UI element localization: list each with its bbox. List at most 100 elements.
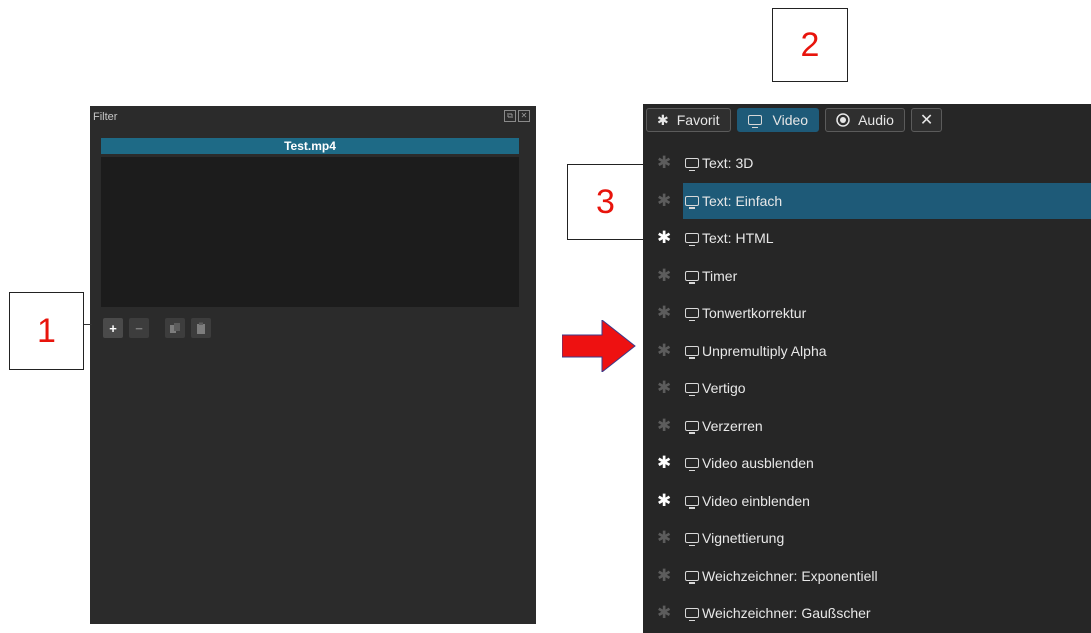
monitor-icon xyxy=(685,608,699,621)
list-item-label: Video einblenden xyxy=(702,492,810,509)
list-item[interactable]: ✱ Vignettierung xyxy=(643,520,1091,558)
list-item-name[interactable]: Text: HTML xyxy=(683,220,1091,256)
monitor-icon xyxy=(685,495,699,509)
annotation-1-label: 1 xyxy=(37,311,56,350)
favorite-star-icon[interactable]: ✱ xyxy=(657,566,671,585)
list-item-name[interactable]: Text: Einfach xyxy=(683,182,1091,219)
monitor-icon xyxy=(685,570,699,584)
list-item-name[interactable]: Unpremultiply Alpha xyxy=(683,333,1091,369)
list-item[interactable]: ✱ Text: HTML xyxy=(643,220,1091,258)
list-item[interactable]: ✱ Text: 3D xyxy=(643,145,1091,183)
tab-favorit-label: Favorit xyxy=(676,112,720,128)
paste-filter-button[interactable] xyxy=(191,318,211,338)
audio-icon xyxy=(836,113,850,127)
filter-panel-title: Filter xyxy=(93,111,118,123)
list-item-name[interactable]: Verzerren xyxy=(683,408,1091,444)
list-item-label: Verzerren xyxy=(702,417,763,434)
list-item-label: Text: Einfach xyxy=(702,192,783,209)
panel-window-buttons: ⧉ ✕ xyxy=(504,110,530,122)
list-item[interactable]: ✱ Tonwertkorrektur xyxy=(643,295,1091,333)
tab-audio[interactable]: Audio xyxy=(825,108,905,132)
favorite-star-icon[interactable]: ✱ xyxy=(657,379,671,397)
list-item-name[interactable]: Vertigo xyxy=(683,370,1091,406)
list-item-label: Unpremultiply Alpha xyxy=(702,342,827,359)
list-item-label: Timer xyxy=(702,267,738,284)
tab-audio-label: Audio xyxy=(858,112,894,128)
close-icon: ✕ xyxy=(919,112,934,129)
monitor-icon xyxy=(685,308,699,321)
list-item-label: Text: 3D xyxy=(702,155,754,171)
close-catalog-button[interactable]: ✕ xyxy=(910,108,943,132)
annotation-3-label: 3 xyxy=(596,182,615,221)
list-item-label: Vignettierung xyxy=(702,530,785,546)
list-item-label: Vertigo xyxy=(702,380,746,396)
list-item[interactable]: ✱ Vertigo xyxy=(643,370,1091,408)
tab-video[interactable]: Video xyxy=(736,108,820,132)
favorite-star-icon[interactable]: ✱ xyxy=(657,229,671,247)
monitor-icon xyxy=(685,345,699,359)
favorite-star-icon[interactable]: ✱ xyxy=(657,529,671,547)
add-filter-button[interactable]: + xyxy=(103,318,123,338)
attached-filter-list[interactable] xyxy=(101,157,519,307)
close-icon[interactable]: ✕ xyxy=(518,110,530,122)
monitor-icon xyxy=(685,270,699,284)
tab-video-label: Video xyxy=(772,112,809,128)
favorite-star-icon[interactable]: ✱ xyxy=(657,341,671,360)
list-item[interactable]: ✱ Text: Einfach xyxy=(643,182,1091,221)
list-item-label: Weichzeichner: Gaußscher xyxy=(702,605,871,621)
copy-icon xyxy=(170,323,180,333)
favorite-star-icon[interactable]: ✱ xyxy=(657,304,671,322)
list-item-name[interactable]: Tonwertkorrektur xyxy=(683,295,1091,331)
favorite-star-icon[interactable]: ✱ xyxy=(657,266,671,285)
list-item-name[interactable]: Vignettierung xyxy=(683,520,1091,556)
favorite-star-icon[interactable]: ✱ xyxy=(657,154,671,172)
favorite-star-icon[interactable]: ✱ xyxy=(657,191,671,210)
filter-panel: Filter ⧉ ✕ Test.mp4 + − xyxy=(90,106,536,624)
list-item-name[interactable]: Video ausblenden xyxy=(683,445,1091,481)
annotation-1: 1 xyxy=(9,292,84,370)
catalog-filter-list: ✱ Text: 3D ✱ Text: Einfach ✱ Text: HTML ✱ Timer… xyxy=(643,145,1091,633)
monitor-icon xyxy=(685,158,699,171)
annotation-2: 2 xyxy=(772,8,848,82)
list-item-label: Tonwertkorrektur xyxy=(702,305,807,321)
remove-filter-button[interactable]: − xyxy=(129,318,149,338)
list-item-name[interactable]: Weichzeichner: Gaußscher xyxy=(683,595,1091,631)
favorite-star-icon[interactable]: ✱ xyxy=(657,416,671,435)
list-item-name[interactable]: Text: 3D xyxy=(683,145,1091,181)
monitor-icon xyxy=(685,533,699,546)
star-icon: ✱ xyxy=(657,111,669,128)
list-item[interactable]: ✱ Timer xyxy=(643,258,1091,296)
undock-icon[interactable]: ⧉ xyxy=(504,110,516,122)
favorite-star-icon[interactable]: ✱ xyxy=(657,604,671,622)
list-item[interactable]: ✱ Weichzeichner: Gaußscher xyxy=(643,595,1091,633)
annotation-1-connector xyxy=(84,324,92,325)
favorite-star-icon[interactable]: ✱ xyxy=(657,454,671,472)
list-item[interactable]: ✱ Video einblenden xyxy=(643,483,1091,521)
minus-icon: − xyxy=(135,320,143,336)
list-item-name[interactable]: Timer xyxy=(683,258,1091,294)
list-item[interactable]: ✱ Weichzeichner: Exponentiell xyxy=(643,558,1091,596)
monitor-icon xyxy=(685,383,699,396)
list-item[interactable]: ✱ Unpremultiply Alpha xyxy=(643,333,1091,371)
monitor-icon xyxy=(685,420,699,434)
list-item-label: Weichzeichner: Exponentiell xyxy=(702,567,878,584)
favorite-star-icon[interactable]: ✱ xyxy=(657,491,671,510)
tab-favorit[interactable]: ✱ Favorit xyxy=(646,108,731,132)
monitor-icon xyxy=(685,458,699,471)
filter-catalog: ✱ Favorit Video Audio ✕ ✱ Text: 3D ✱ Text: … xyxy=(643,104,1091,633)
monitor-icon xyxy=(685,195,699,209)
paste-icon xyxy=(197,322,205,334)
filter-panel-header: Filter ⧉ ✕ xyxy=(90,106,536,128)
monitor-icon xyxy=(685,233,699,246)
list-item-name[interactable]: Weichzeichner: Exponentiell xyxy=(683,558,1091,594)
arrow-right-icon xyxy=(562,320,636,372)
plus-icon: + xyxy=(109,320,117,336)
list-item[interactable]: ✱ Verzerren xyxy=(643,408,1091,446)
copy-filter-button[interactable] xyxy=(165,318,185,338)
catalog-tabs: ✱ Favorit Video Audio ✕ xyxy=(646,107,943,133)
annotation-3: 3 xyxy=(567,164,644,240)
list-item-label: Video ausblenden xyxy=(702,455,814,471)
list-item[interactable]: ✱ Video ausblenden xyxy=(643,445,1091,483)
list-item-name[interactable]: Video einblenden xyxy=(683,483,1091,519)
annotation-2-label: 2 xyxy=(800,25,820,64)
